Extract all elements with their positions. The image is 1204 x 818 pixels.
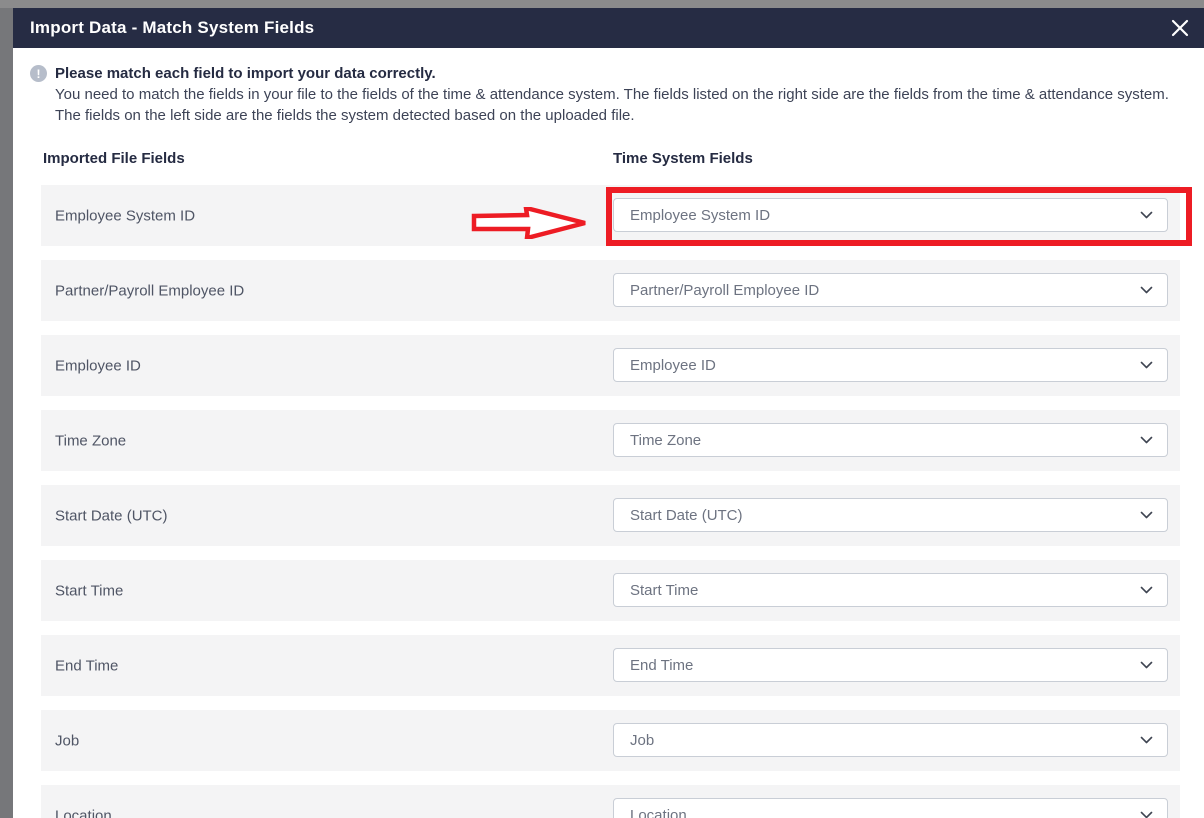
chevron-down-icon (1140, 661, 1153, 670)
select-value: Time Zone (630, 432, 1140, 449)
time-system-field-select[interactable]: Job (613, 723, 1168, 757)
field-row: Job Job (41, 710, 1180, 771)
imported-field-label: Employee ID (55, 357, 141, 374)
select-value: Start Time (630, 582, 1140, 599)
field-rows: Employee System ID Employee System ID Pa… (13, 185, 1204, 818)
close-icon (1171, 19, 1189, 37)
time-system-field-select[interactable]: Start Time (613, 573, 1168, 607)
red-arrow-icon (471, 207, 589, 239)
info-icon: ! (30, 65, 47, 82)
time-system-field-select[interactable]: Employee System ID (613, 198, 1168, 232)
select-value: Employee System ID (630, 207, 1140, 224)
select-value: Job (630, 732, 1140, 749)
select-value: Employee ID (630, 357, 1140, 374)
imported-field-label: Employee System ID (55, 207, 195, 224)
imported-field-label: Start Date (UTC) (55, 507, 168, 524)
modal-title: Import Data - Match System Fields (30, 18, 314, 38)
imported-field-label: Job (55, 732, 79, 749)
imported-field-label: Partner/Payroll Employee ID (55, 282, 244, 299)
notice-heading: Please match each field to import your d… (55, 63, 1180, 84)
imported-field-label: Time Zone (55, 432, 126, 449)
import-data-modal: Import Data - Match System Fields ! Plea… (13, 8, 1204, 818)
field-row: Start Date (UTC) Start Date (UTC) (41, 485, 1180, 546)
time-system-field-select[interactable]: Employee ID (613, 348, 1168, 382)
select-value: Location (630, 807, 1140, 818)
chevron-down-icon (1140, 286, 1153, 295)
field-row: Partner/Payroll Employee ID Partner/Payr… (41, 260, 1180, 321)
time-system-field-select[interactable]: End Time (613, 648, 1168, 682)
chevron-down-icon (1140, 361, 1153, 370)
field-row: Time Zone Time Zone (41, 410, 1180, 471)
column-header-imported-file-fields: Imported File Fields (43, 150, 185, 167)
column-header-time-system-fields: Time System Fields (613, 150, 753, 167)
chevron-down-icon (1140, 586, 1153, 595)
columns-header: Imported File Fields Time System Fields (13, 150, 1204, 168)
field-row: End Time End Time (41, 635, 1180, 696)
notice: ! Please match each field to import your… (30, 63, 1180, 126)
chevron-down-icon (1140, 211, 1153, 220)
field-row: Employee ID Employee ID (41, 335, 1180, 396)
chevron-down-icon (1140, 736, 1153, 745)
modal-header: Import Data - Match System Fields (13, 8, 1204, 48)
time-system-field-select[interactable]: Time Zone (613, 423, 1168, 457)
time-system-field-select[interactable]: Partner/Payroll Employee ID (613, 273, 1168, 307)
imported-field-label: Location (55, 807, 112, 818)
time-system-field-select[interactable]: Location (613, 798, 1168, 818)
time-system-field-select[interactable]: Start Date (UTC) (613, 498, 1168, 532)
select-value: Partner/Payroll Employee ID (630, 282, 1140, 299)
chevron-down-icon (1140, 436, 1153, 445)
imported-field-label: End Time (55, 657, 118, 674)
close-button[interactable] (1166, 14, 1194, 42)
backdrop-top-strip (0, 0, 1204, 8)
imported-field-label: Start Time (55, 582, 123, 599)
chevron-down-icon (1140, 811, 1153, 818)
select-value: Start Date (UTC) (630, 507, 1140, 524)
field-row: Start Time Start Time (41, 560, 1180, 621)
field-row: Location Location (41, 785, 1180, 818)
field-row: Employee System ID Employee System ID (41, 185, 1180, 246)
notice-body: You need to match the fields in your fil… (55, 84, 1180, 126)
chevron-down-icon (1140, 511, 1153, 520)
select-value: End Time (630, 657, 1140, 674)
